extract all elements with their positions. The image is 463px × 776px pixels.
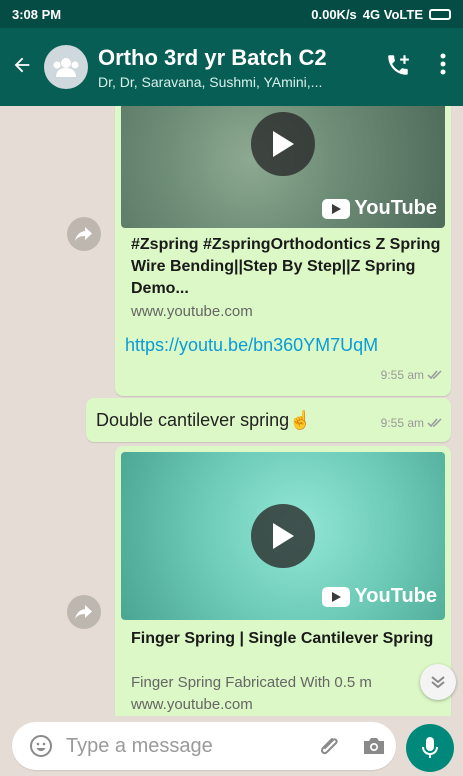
more-options-icon[interactable] xyxy=(423,53,463,81)
chat-header: Ortho 3rd yr Batch C2 Dr, Dr, Saravana, … xyxy=(0,28,463,106)
youtube-logo: YouTube xyxy=(322,585,437,608)
signal-label: 4G VoLTE xyxy=(362,6,423,22)
forward-icon[interactable] xyxy=(67,595,101,629)
youtube-label: YouTube xyxy=(354,197,437,219)
message-time: 9:55 am xyxy=(381,416,443,430)
youtube-play-icon xyxy=(322,198,351,219)
chat-participants: Dr, Dr, Saravana, Sushmi, YAmini,... xyxy=(98,73,323,90)
attach-icon[interactable] xyxy=(308,734,352,758)
network-speed: 0.00K/s xyxy=(311,6,357,22)
chevron-down-icon xyxy=(431,676,445,689)
emoji-icon[interactable] xyxy=(24,734,58,758)
play-icon[interactable] xyxy=(251,504,315,568)
youtube-play-icon xyxy=(322,586,351,607)
video-thumbnail[interactable]: YouTube xyxy=(121,106,445,228)
youtube-label: YouTube xyxy=(354,585,437,607)
video-thumbnail[interactable]: YouTube xyxy=(121,452,445,620)
chat-messages[interactable]: YouTube #Zspring #ZspringOrthodontics Z … xyxy=(0,106,463,716)
forward-icon[interactable] xyxy=(67,217,101,251)
group-avatar[interactable] xyxy=(44,45,88,89)
message-text[interactable]: Double cantilever spring☝ xyxy=(96,410,312,431)
link-description: Finger Spring Fabricated With 0.5 m xyxy=(131,674,372,691)
group-icon xyxy=(53,58,79,77)
link-title[interactable]: Finger Spring | Single Cantilever Spring xyxy=(131,628,441,650)
message-bubble[interactable]: YouTube Finger Spring | Single Cantileve… xyxy=(115,446,451,716)
add-call-icon[interactable] xyxy=(373,52,423,83)
youtube-logo: YouTube xyxy=(322,197,437,220)
message-bubble[interactable]: Double cantilever spring☝ 9:55 am xyxy=(86,398,451,442)
double-check-icon xyxy=(427,370,442,380)
camera-icon[interactable] xyxy=(352,736,396,756)
status-indicators: 0.00K/s 4G VoLTE xyxy=(311,7,451,22)
time-label: 9:55 am xyxy=(380,416,424,430)
message-time: 9:55 am xyxy=(381,368,443,382)
compose-bar: Type a message xyxy=(0,716,463,776)
link-domain: www.youtube.com xyxy=(131,303,253,320)
link-domain: www.youtube.com xyxy=(131,696,253,713)
chat-title-block[interactable]: Ortho 3rd yr Batch C2 Dr, Dr, Saravana, … xyxy=(98,45,373,90)
time-label: 9:55 am xyxy=(380,368,424,382)
link-title[interactable]: #Zspring #ZspringOrthodontics Z Spring W… xyxy=(131,234,441,300)
back-arrow-icon[interactable] xyxy=(0,52,44,83)
chat-title: Ortho 3rd yr Batch C2 xyxy=(98,44,327,70)
status-bar: 3:08 PM 0.00K/s 4G VoLTE xyxy=(0,0,463,28)
mic-icon xyxy=(422,737,438,758)
scroll-to-bottom-button[interactable] xyxy=(420,664,456,700)
play-icon[interactable] xyxy=(251,112,315,176)
status-time: 3:08 PM xyxy=(12,6,62,22)
message-placeholder: Type a message xyxy=(66,734,213,757)
message-link[interactable]: https://youtu.be/bn360YM7UqM xyxy=(125,335,378,356)
mic-button[interactable] xyxy=(406,724,454,772)
double-check-icon xyxy=(427,418,442,428)
message-input[interactable]: Type a message xyxy=(12,722,396,770)
message-bubble[interactable]: YouTube #Zspring #ZspringOrthodontics Z … xyxy=(115,106,451,396)
battery-icon xyxy=(429,8,451,20)
